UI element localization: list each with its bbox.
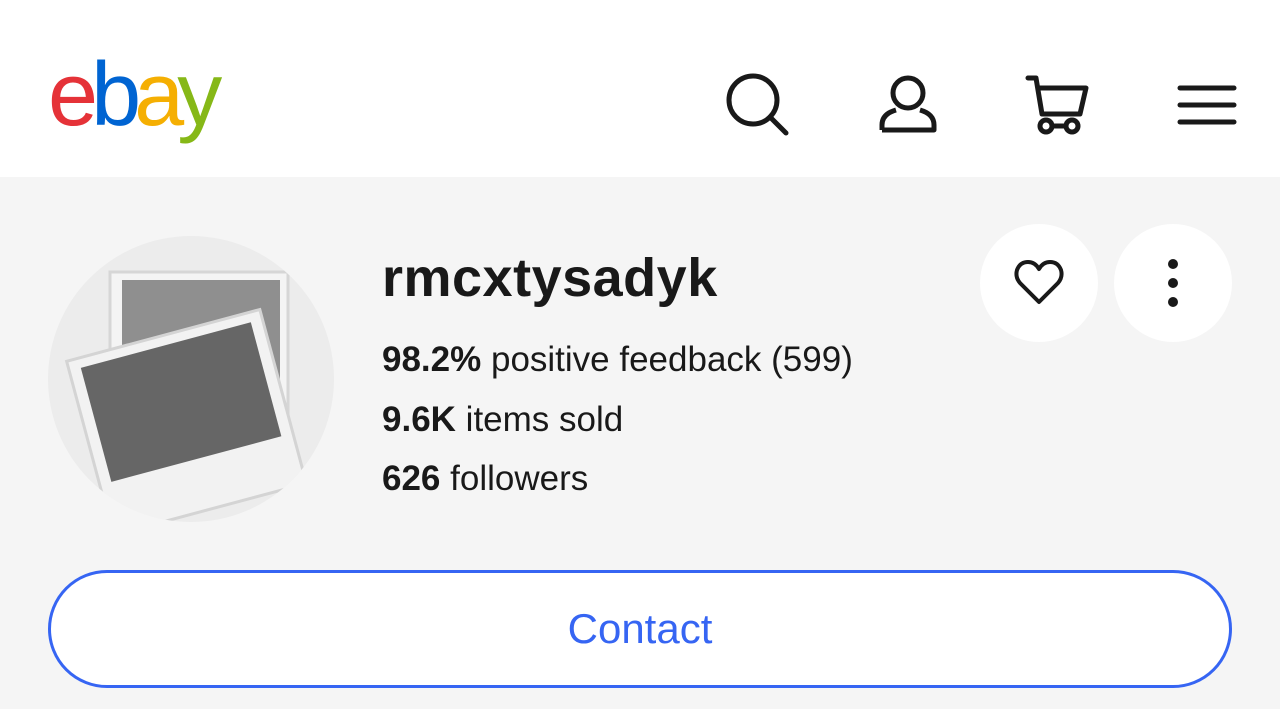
cart-icon (1025, 75, 1089, 135)
more-options-button[interactable] (1114, 224, 1232, 342)
logo-letter-y: y (177, 45, 222, 145)
menu-icon (1177, 85, 1237, 125)
feedback-percent: 98.2% (382, 340, 482, 379)
logo-letter-e: e (48, 45, 98, 145)
ebay-logo[interactable]: ebay (48, 45, 222, 145)
menu-button[interactable] (1172, 70, 1242, 140)
avatar (48, 236, 334, 522)
search-icon (726, 73, 789, 136)
search-button[interactable] (722, 70, 792, 140)
followers-stat: 626 followers (382, 459, 588, 499)
site-header: ebay (0, 0, 1280, 177)
cart-button[interactable] (1022, 70, 1092, 140)
feedback-stat[interactable]: 98.2% positive feedback (599) (382, 340, 853, 380)
contact-button[interactable]: Contact (48, 570, 1232, 688)
heart-icon (1014, 260, 1064, 304)
save-seller-button[interactable] (980, 224, 1098, 342)
account-icon (879, 75, 937, 133)
more-vertical-icon (1168, 259, 1178, 307)
followers-value: 626 (382, 459, 441, 498)
items-sold-value: 9.6K (382, 400, 456, 439)
items-sold-label: items sold (455, 400, 624, 439)
followers-label: followers (440, 459, 589, 498)
seller-username[interactable]: rmcxtysadyk (382, 247, 718, 309)
image-placeholder-icon (64, 270, 309, 522)
feedback-label: positive feedback (599) (481, 340, 853, 379)
items-sold-stat: 9.6K items sold (382, 400, 623, 440)
account-button[interactable] (872, 70, 942, 140)
logo-letter-a: a (134, 45, 184, 145)
logo-letter-b: b (91, 45, 141, 145)
seller-profile-card: rmcxtysadyk 98.2% positive feedback (599… (0, 177, 1280, 709)
